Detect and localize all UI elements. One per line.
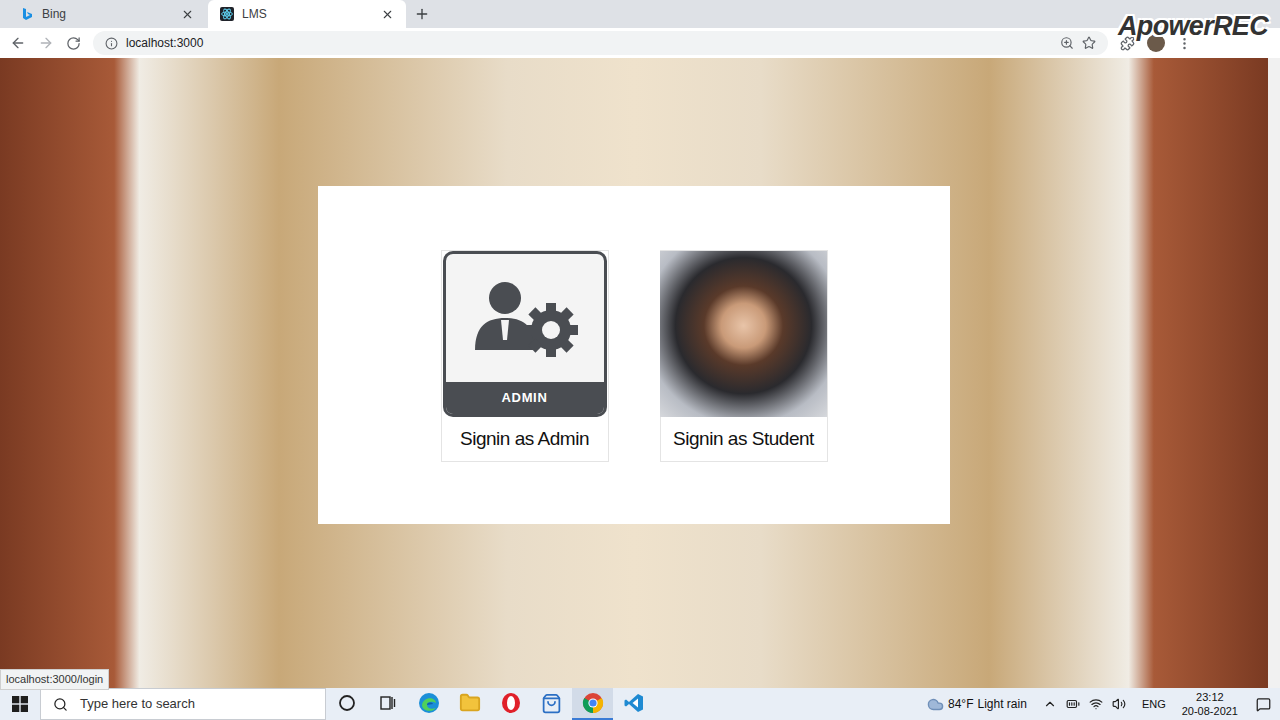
tab-strip: Bing LMS [0, 0, 1280, 28]
date: 20-08-2021 [1182, 704, 1238, 718]
weather-text: Light rain [978, 695, 1027, 713]
tab-label: LMS [242, 5, 373, 23]
taskbar-app[interactable] [449, 688, 490, 720]
taskbar-app[interactable] [490, 688, 531, 720]
notification-button[interactable] [1246, 688, 1280, 720]
search-placeholder: Type here to search [80, 694, 195, 714]
signin-label[interactable]: Signin as Student [661, 417, 827, 461]
volume-icon[interactable] [1112, 697, 1126, 711]
signin-card[interactable]: ADMINSignin as Admin [441, 250, 609, 462]
tab-label: Bing [42, 5, 173, 23]
bing-icon [20, 7, 34, 21]
address-bar[interactable]: localhost:3000 [93, 31, 1108, 55]
clock[interactable]: 23:1220-08-2021 [1174, 690, 1246, 718]
forward-icon[interactable] [38, 35, 54, 51]
chevron-up-icon[interactable] [1043, 697, 1057, 711]
edge-icon [418, 692, 440, 714]
page-area: ADMINSignin as Admin Signin as Student [0, 58, 1280, 688]
cortana-icon [338, 694, 356, 712]
close-icon[interactable] [181, 8, 194, 21]
address-text: localhost:3000 [126, 34, 1052, 52]
taskbar-app[interactable] [531, 688, 572, 720]
windows-icon [12, 696, 28, 712]
scrollbar[interactable] [1268, 58, 1280, 688]
weather[interactable]: 84°F Light rain [919, 695, 1035, 713]
status-url: localhost:3000/login [0, 669, 109, 690]
taskbar-search[interactable]: Type here to search [40, 688, 326, 720]
time: 23:12 [1196, 690, 1224, 704]
taskbar-app[interactable] [408, 688, 449, 720]
system-tray [1035, 697, 1134, 711]
cloud-icon [927, 696, 944, 713]
taskbar-app[interactable] [367, 688, 408, 720]
react-icon [220, 7, 234, 21]
taskbar-app[interactable] [572, 688, 613, 720]
folder-icon [459, 692, 481, 714]
battery-icon[interactable] [1066, 697, 1080, 711]
library-background: ADMINSignin as Admin Signin as Student [0, 58, 1268, 688]
plus-icon [414, 6, 430, 22]
info-icon [105, 37, 118, 50]
vscode-icon [623, 692, 645, 714]
watermark: ApowerREC [1118, 6, 1268, 47]
admin-image: ADMIN [443, 251, 607, 417]
opera-icon [500, 692, 522, 714]
zoom-icon[interactable] [1060, 36, 1074, 50]
signin-card[interactable]: Signin as Student [660, 250, 828, 462]
language[interactable]: ENG [1134, 696, 1174, 713]
signin-label[interactable]: Signin as Admin [442, 417, 608, 461]
admin-gear-icon [463, 268, 587, 368]
search-icon [53, 697, 68, 712]
new-tab-button[interactable] [408, 0, 436, 28]
start-button[interactable] [0, 688, 40, 720]
star-icon[interactable] [1082, 36, 1096, 50]
taskbar: Type here to search84°FLight rainENG23:1… [0, 688, 1280, 720]
browser-tab[interactable]: Bing [8, 0, 206, 28]
wifi-icon[interactable] [1089, 697, 1103, 711]
desktop: Bing LMS localhost:3000 ADMINSignin as Admi… [0, 0, 1280, 720]
task-view-icon [379, 694, 397, 712]
taskbar-app[interactable] [326, 688, 367, 720]
reload-icon[interactable] [66, 36, 81, 51]
browser-tab[interactable]: LMS [208, 0, 406, 28]
admin-badge: ADMIN [446, 382, 604, 414]
store-icon [541, 693, 562, 714]
back-icon[interactable] [10, 35, 26, 51]
taskbar-app[interactable] [613, 688, 654, 720]
chrome-icon [582, 692, 604, 714]
toolbar: localhost:3000 [0, 28, 1280, 58]
student-photo [660, 251, 827, 417]
signin-panel: ADMINSignin as Admin Signin as Student [318, 186, 950, 524]
notification-icon [1256, 697, 1271, 712]
close-icon[interactable] [381, 8, 394, 21]
weather-temp: 84°F [948, 695, 973, 713]
